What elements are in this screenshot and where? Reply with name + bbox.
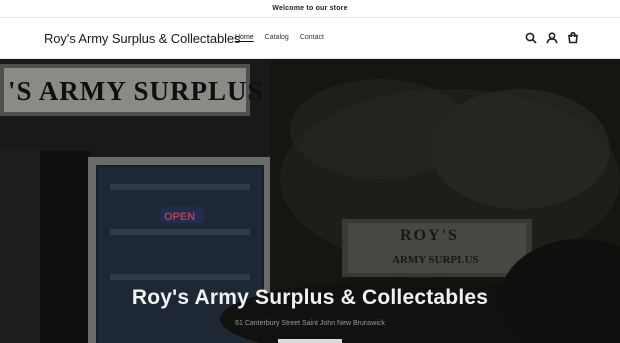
- nav-home[interactable]: Home: [235, 34, 254, 41]
- hero-cta-button[interactable]: [278, 339, 342, 343]
- nav-contact[interactable]: Contact: [300, 34, 324, 41]
- account-icon[interactable]: [545, 31, 559, 45]
- site-header: Roy's Army Surplus & Collectables Home C…: [0, 18, 620, 59]
- announcement-bar: Welcome to our store: [0, 0, 620, 18]
- hero-banner: 'S ARMY SURPLUS OPEN ROY'S ARMY SURPLUS …: [0, 59, 620, 343]
- hero-title: Roy's Army Surplus & Collectables: [131, 286, 489, 309]
- search-icon[interactable]: [524, 31, 538, 45]
- announcement-text: Welcome to our store: [272, 5, 348, 12]
- hero-subtitle: 61 Canterbury Street Saint John New Brun…: [235, 320, 385, 327]
- cart-icon[interactable]: [566, 31, 580, 45]
- nav-catalog[interactable]: Catalog: [265, 34, 289, 41]
- header-icons: [524, 31, 580, 45]
- main-nav: Home Catalog Contact: [235, 34, 324, 41]
- store-logo-link[interactable]: Roy's Army Surplus & Collectables: [44, 31, 241, 46]
